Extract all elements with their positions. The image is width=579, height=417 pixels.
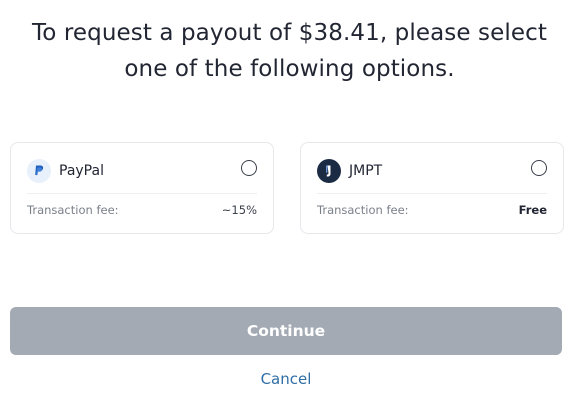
title-line-1: To request a payout of $38.41, please se… xyxy=(32,20,547,46)
option-header: PayPal xyxy=(27,159,257,185)
option-radio-paypal[interactable] xyxy=(241,160,257,176)
option-name: PayPal xyxy=(59,163,104,179)
fee-label: Transaction fee: xyxy=(317,203,409,217)
title-line-2: one of the following options. xyxy=(124,56,455,82)
page-title: To request a payout of $38.41, please se… xyxy=(0,15,579,87)
payout-options-dialog: To request a payout of $38.41, please se… xyxy=(0,0,579,417)
payout-option-paypal[interactable]: PayPal Transaction fee: ~15% xyxy=(10,142,274,234)
fee-label: Transaction fee: xyxy=(27,203,119,217)
divider xyxy=(27,193,257,194)
option-radio-jmpt[interactable] xyxy=(531,160,547,176)
divider xyxy=(317,193,547,194)
jmpt-logo-icon xyxy=(317,159,341,183)
continue-button[interactable]: Continue xyxy=(10,307,562,355)
paypal-logo-icon xyxy=(27,159,51,183)
option-header: JMPT xyxy=(317,159,547,185)
option-name: JMPT xyxy=(349,163,383,179)
payout-option-jmpt[interactable]: JMPT Transaction fee: Free xyxy=(300,142,564,234)
cancel-link[interactable]: Cancel xyxy=(0,369,572,389)
fee-value: Free xyxy=(518,203,547,217)
fee-value: ~15% xyxy=(221,203,257,217)
